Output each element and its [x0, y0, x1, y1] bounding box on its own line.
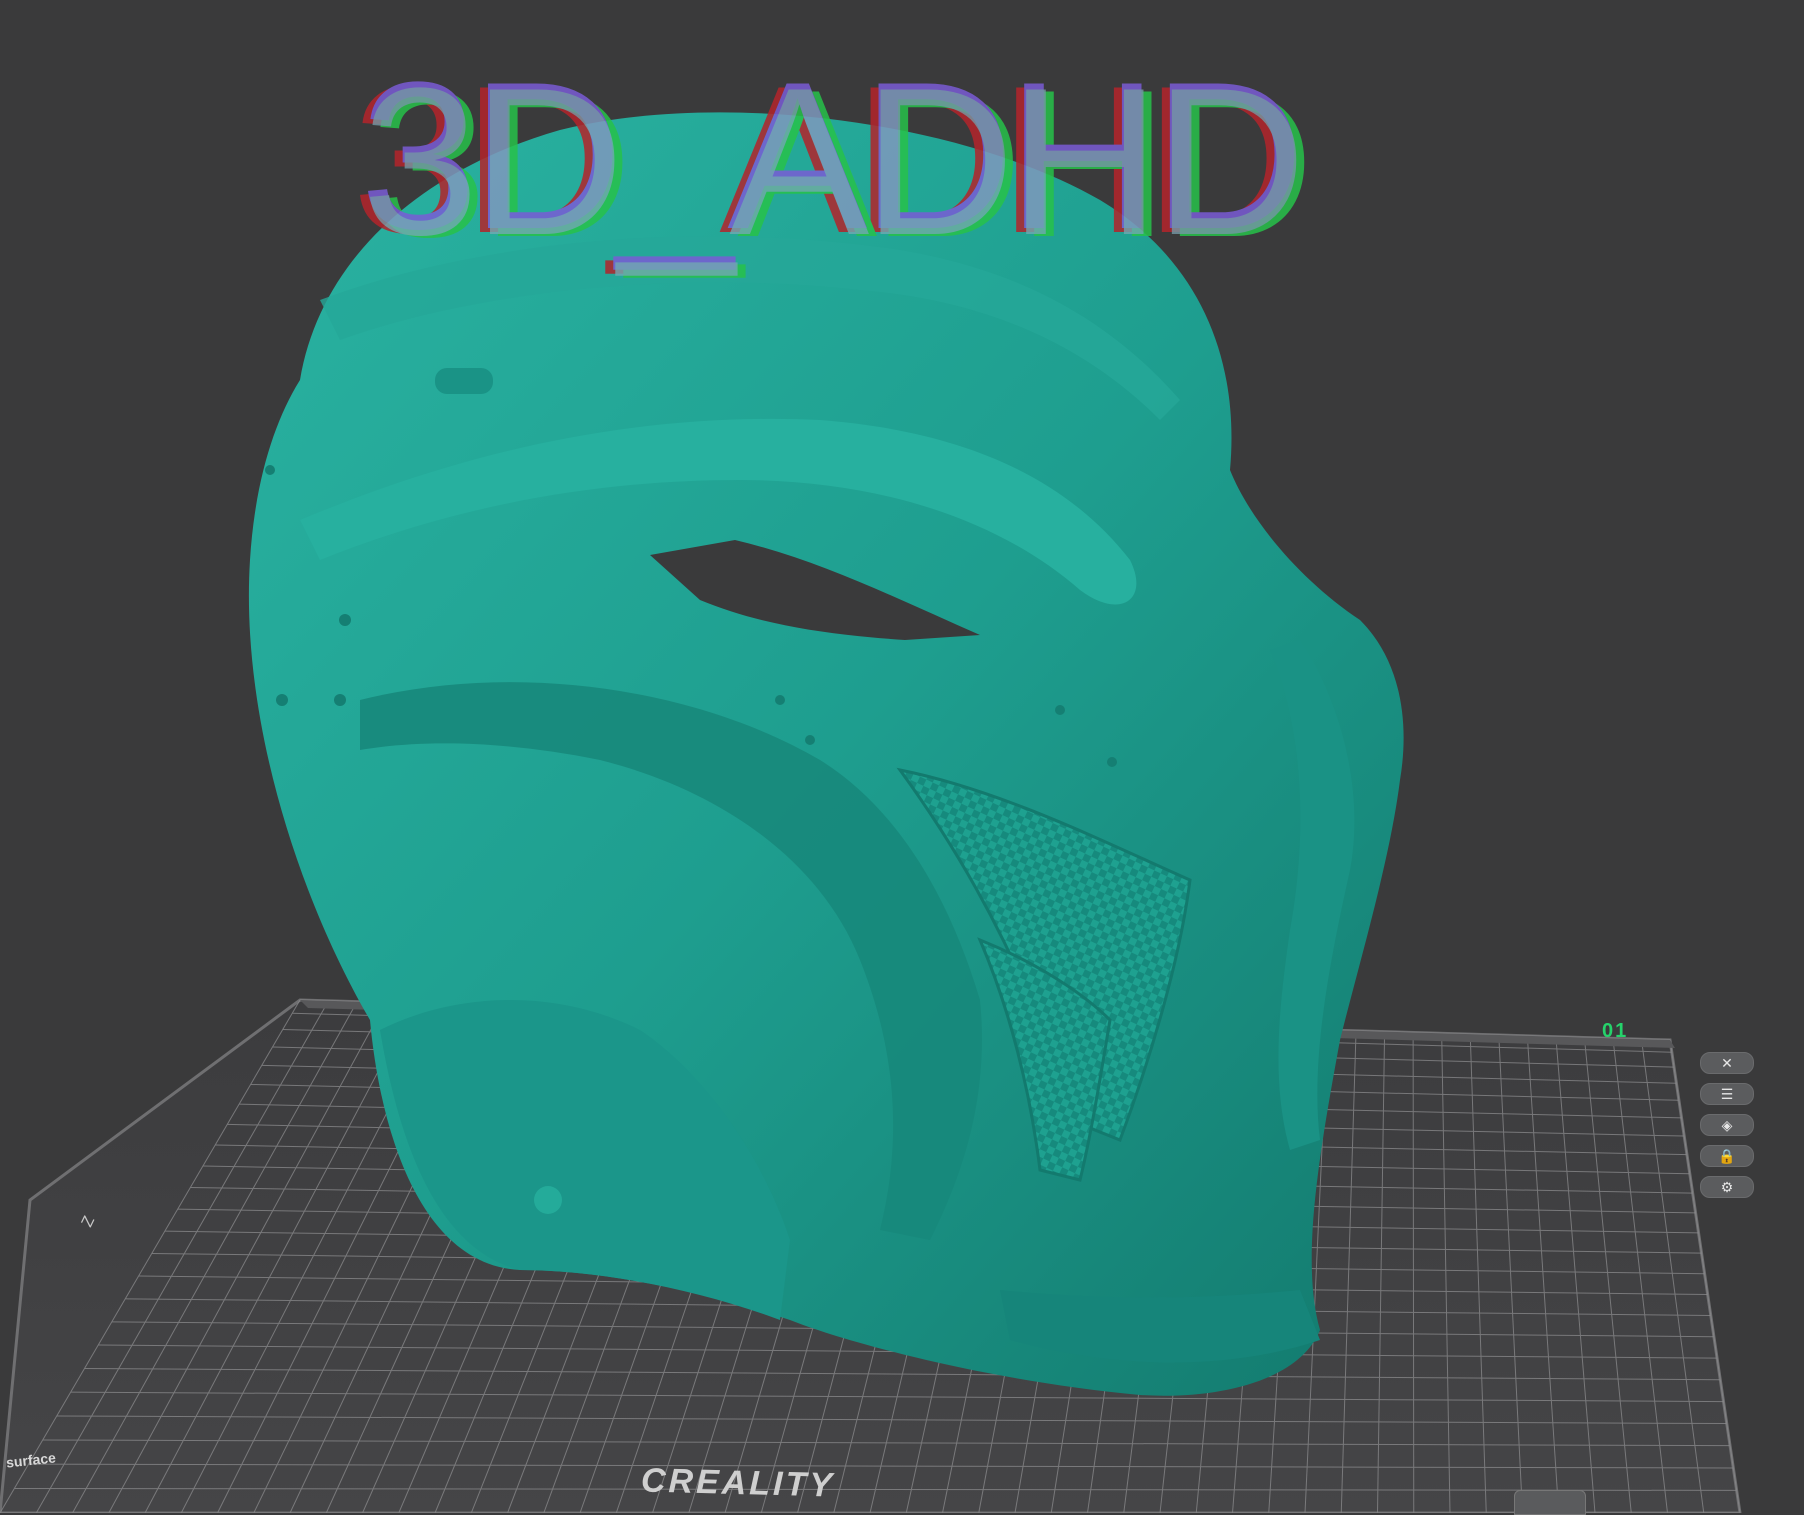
- scene-svg: [0, 112, 1742, 1513]
- plate-corner-tab: [1514, 1490, 1586, 1515]
- close-icon[interactable]: ✕: [1700, 1052, 1754, 1074]
- plate-toolbar: ✕ ☰ ◈ 🔒 ⚙: [1700, 1052, 1760, 1207]
- 3d-viewport[interactable]: 3D_ADHD 3D_ADHD 3D_ADHD 3D_ADHD 01 ✕ ☰ ◈…: [0, 0, 1804, 1515]
- plate-number: 01: [1602, 1020, 1629, 1042]
- layers-icon[interactable]: ◈: [1700, 1114, 1754, 1136]
- grid-line: [1412, 1032, 1415, 1513]
- plate-brand-logo: CREALITY: [640, 1461, 836, 1505]
- lock-icon[interactable]: 🔒: [1700, 1145, 1754, 1167]
- gear-icon[interactable]: ⚙: [1700, 1176, 1754, 1198]
- list-icon[interactable]: ☰: [1700, 1083, 1754, 1105]
- helmet-model[interactable]: [248, 112, 1404, 1396]
